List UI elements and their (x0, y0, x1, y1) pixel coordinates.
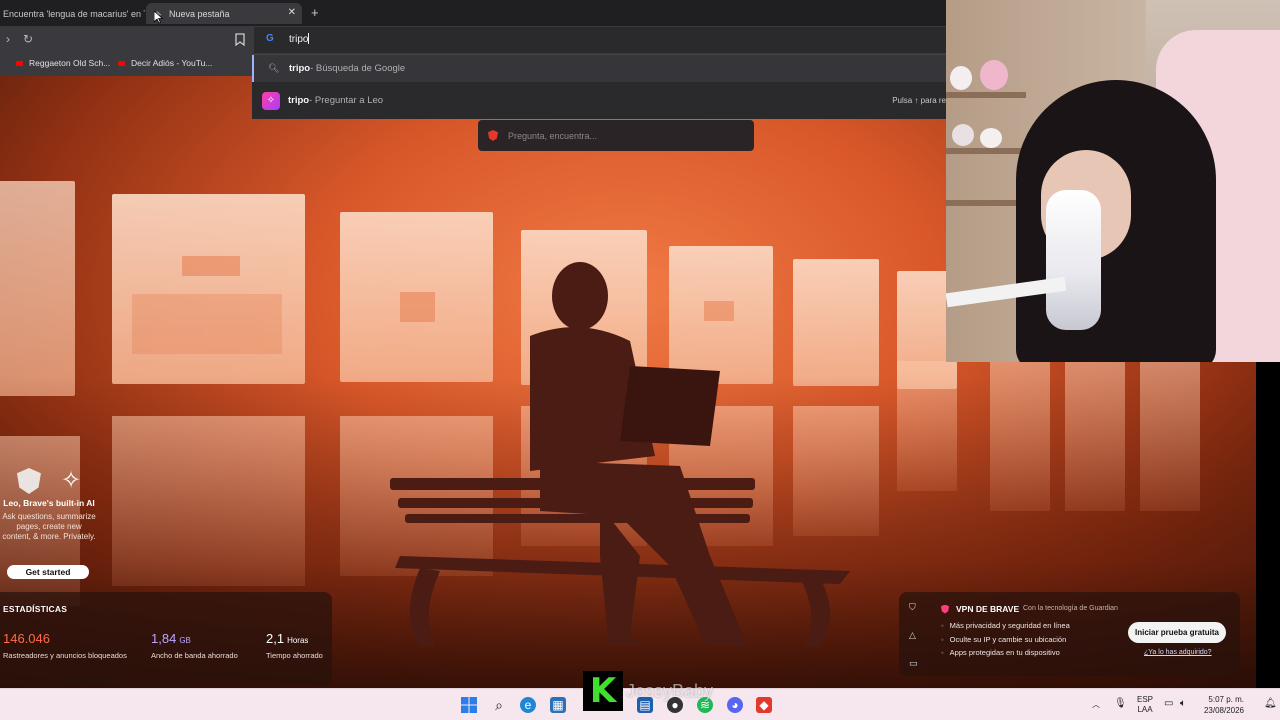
start-trial-button[interactable]: Iniciar prueba gratuita (1128, 622, 1226, 643)
kick-logo: K (583, 671, 623, 711)
black-strip (1256, 362, 1280, 688)
language-indicator[interactable]: ESP LAA (1137, 695, 1153, 720)
bookmark-icon[interactable] (235, 33, 245, 46)
reload-icon[interactable]: ↻ (23, 32, 33, 46)
tab-title: Nueva pestaña (169, 8, 230, 19)
vpn-title-text: VPN DE BRAVE (956, 604, 1020, 614)
leo-prompt-bar[interactable]: Pregunta, encuentra... (478, 120, 754, 151)
screen: Encuentra 'lengua de macarius' en Ti ◈ N… (0, 0, 1280, 720)
language-region: LAA (1137, 705, 1153, 714)
vpn-powered-by: Con la tecnología de Guardian (1023, 605, 1118, 612)
monitor-icon[interactable]: ▭ (909, 658, 918, 669)
already-purchased-link[interactable]: ¿Ya lo has adquirido? (1144, 649, 1212, 656)
leo-promo-title: Leo, Brave's built-in AI (3, 498, 95, 508)
youtube-icon (16, 60, 23, 66)
clock-time: 5:07 p. m. (1208, 695, 1244, 704)
suggestion-ask-leo[interactable]: ✧ tripo - Preguntar a Leo Pulsa ↑ para r… (252, 87, 946, 114)
chevron-up-icon[interactable]: ︿ (1092, 699, 1100, 720)
leo-promo-description: Ask questions, summarize pages, create n… (2, 512, 96, 541)
omnibox-suggestions: 🔍︎ tripo - Búsqueda de Google ✧ tripo - … (252, 54, 946, 119)
widget-switcher: ⛉ △ ▭ (899, 592, 929, 676)
stat-value: 2,1 (266, 631, 285, 646)
tab-title: Encuentra 'lengua de macarius' en Ti (3, 8, 145, 19)
leo-promo-card: ✧ Leo, Brave's built-in AI Ask questions… (0, 468, 98, 582)
get-started-button[interactable]: Get started (7, 565, 89, 579)
stat-label: Rastreadores y anuncios bloqueados (3, 651, 127, 660)
stat-value: 1,84 (151, 631, 177, 646)
discord-icon[interactable]: ◕ (727, 697, 743, 713)
stats-widget: ESTADÍSTICAS 146.046 Rastreadores y anun… (0, 592, 332, 686)
brave-icon[interactable]: ◆ (756, 697, 772, 713)
stat-unit: Horas (287, 636, 309, 645)
tab-strip: Encuentra 'lengua de macarius' en Ti ◈ N… (0, 0, 946, 26)
leo-icon: ✧ (262, 91, 280, 110)
bookmark-reggaeton[interactable]: Reggaeton Old Sch... (16, 58, 110, 68)
brave-lion-icon (488, 130, 498, 141)
person-on-bench-illustration (390, 262, 850, 646)
suggestion-suffix: - Búsqueda de Google (310, 63, 406, 74)
vpn-feature: Apps protegidas en tu dispositivo (941, 648, 1060, 657)
clock[interactable]: 5:07 p. m. 23/08/2026 (1200, 694, 1244, 720)
edge-icon[interactable]: e (520, 697, 536, 713)
suggestion-suffix: - Preguntar a Leo (309, 95, 384, 106)
webcam-overlay (946, 0, 1280, 362)
bookmark-label: Reggaeton Old Sch... (29, 58, 111, 68)
stat-value: 146.046 (3, 631, 50, 646)
youtube-icon (118, 60, 125, 66)
stream-watermark: K JessyBaby (583, 671, 713, 711)
stat-time: 2,1 Horas Tiempo ahorrado (266, 630, 323, 660)
vpn-widget: ⛉ △ ▭ VPN DE BRAVE Con la tecnología de … (899, 592, 1240, 676)
vpn-title: VPN DE BRAVE (941, 604, 1019, 614)
volume-icon[interactable]: 🔈︎ (1180, 698, 1186, 720)
bookmark-label: Decir Adiós - YouTu... (131, 58, 213, 68)
suggestion-google-search[interactable]: 🔍︎ tripo - Búsqueda de Google (252, 55, 946, 82)
app-icon[interactable]: ▦ (550, 697, 566, 713)
clock-date: 23/08/2026 (1203, 706, 1244, 715)
microphone-icon[interactable]: 🎙︎ (1114, 698, 1127, 720)
stat-label: Tiempo ahorrado (266, 651, 323, 660)
forward-icon[interactable]: › (6, 32, 10, 46)
stat-label: Ancho de banda ahorrado (151, 651, 238, 660)
stat-trackers: 146.046 Rastreadores y anuncios bloquead… (3, 630, 127, 660)
shield-icon[interactable]: ⛉ (909, 602, 916, 613)
mouse-pointer-icon (154, 11, 163, 24)
stats-title: ESTADÍSTICAS (3, 604, 68, 614)
close-icon[interactable]: ✕ (288, 7, 296, 18)
streamer-name: JessyBaby (626, 680, 714, 701)
language-code: ESP (1137, 695, 1154, 704)
tab-new-tab[interactable]: ◈ Nueva pestaña ✕ (146, 3, 302, 24)
suggestion-query: tripo (288, 95, 310, 106)
search-icon[interactable]: ⌕ (491, 697, 507, 713)
brave-lion-icon (16, 468, 41, 494)
warning-icon[interactable]: △ (909, 630, 916, 641)
stat-unit: GB (179, 636, 191, 645)
notification-icon[interactable]: 🔔︎ (1264, 698, 1277, 720)
tab-tiktok[interactable]: Encuentra 'lengua de macarius' en Ti (0, 3, 145, 24)
leo-prompt-placeholder: Pregunta, encuentra... (508, 130, 598, 141)
bookmark-decir-adios[interactable]: Decir Adiós - YouTu... (118, 58, 212, 68)
network-icon[interactable]: ▭ (1164, 698, 1173, 720)
stat-bandwidth: 1,84 GB Ancho de banda ahorrado (151, 630, 238, 660)
suggestion-hint: Pulsa ↑ para re (892, 96, 946, 105)
address-bar[interactable]: G tripo (254, 27, 946, 53)
vpn-feature: Oculte su IP y cambie su ubicación (941, 635, 1067, 644)
windows-start-icon[interactable] (461, 697, 477, 713)
brave-vpn-icon (941, 604, 949, 614)
suggestion-query: tripo (289, 63, 311, 74)
vpn-feature: Más privacidad y seguridad en línea (941, 621, 1070, 630)
address-input[interactable]: tripo (289, 33, 310, 45)
search-icon: 🔍︎ (268, 63, 280, 73)
google-icon: G (266, 33, 274, 44)
kick-letter: K (589, 671, 617, 711)
new-tab-plus-icon[interactable]: + (311, 5, 319, 20)
sparkle-icon: ✧ (60, 467, 82, 494)
